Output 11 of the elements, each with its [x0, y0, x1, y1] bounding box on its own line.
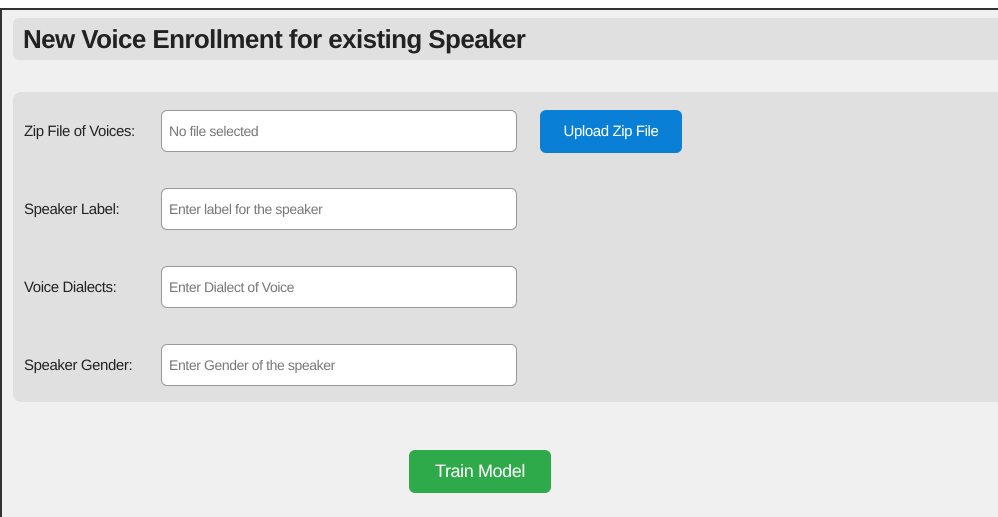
upload-button[interactable]: Upload Zip File [540, 110, 682, 152]
field-label: Speaker Label: [24, 200, 120, 218]
input-field[interactable]: No file selected [161, 110, 517, 152]
field-label: Voice Dialects: [24, 278, 118, 296]
input-field[interactable]: Enter Dialect of Voice [161, 266, 517, 308]
input-field[interactable]: Enter Gender of the speaker [161, 344, 517, 386]
field-label: Zip File of Voices: [24, 122, 136, 140]
page-title: New Voice Enrollment for existing Speaker [23, 24, 526, 54]
train-model-button[interactable]: Train Model [409, 450, 551, 493]
input-field[interactable]: Enter label for the speaker [161, 188, 517, 230]
field-label: Speaker Gender: [24, 356, 134, 374]
